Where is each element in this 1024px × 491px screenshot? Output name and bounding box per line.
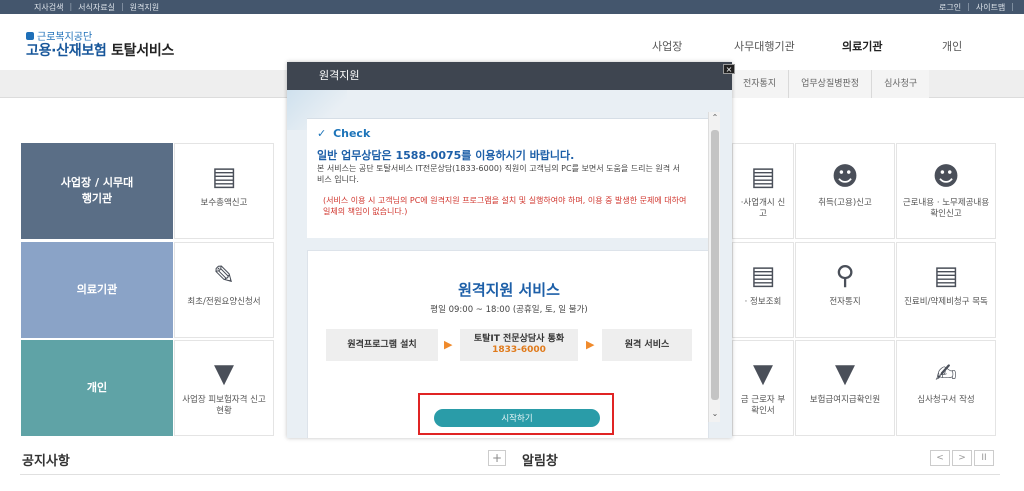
check-label: Check xyxy=(333,127,371,140)
modal-title: 원격지원 xyxy=(319,69,360,82)
liability-warning: (서비스 이용 시 고객님의 PC에 원격지원 프로그램을 설치 및 실행하여야… xyxy=(323,196,687,216)
remote-support-modal: 원격지원 ✓ Check 일반 업무상담은 1588-0075를 이용하시기 바… xyxy=(287,62,735,438)
separator: | xyxy=(1011,2,1014,11)
scroll-thumb[interactable] xyxy=(711,130,719,400)
check-heading: ✓ Check xyxy=(317,127,370,140)
top-utility-bar: 지사검색 | 서식자료실 | 원격지원 로그인 | 사이트맵 | xyxy=(0,0,1024,14)
link-branch-search[interactable]: 지사검색 xyxy=(34,2,63,13)
arrow-right-icon: ▶ xyxy=(444,338,453,351)
modal-header: 원격지원 xyxy=(287,62,732,90)
link-remote-support[interactable]: 원격지원 xyxy=(130,2,159,13)
link-forms-library[interactable]: 서식자료실 xyxy=(78,2,115,13)
sitemap-link[interactable]: 사이트맵 xyxy=(976,2,1005,13)
separator: | xyxy=(967,2,970,11)
arrow-right-icon: ▶ xyxy=(586,338,595,351)
step-label: 원격프로그램 설치 xyxy=(347,339,417,350)
service-hours: 평일 09:00 ~ 18:00 (공휴일, 토, 일 불가) xyxy=(430,305,588,315)
separator: | xyxy=(120,2,124,11)
modal-scrollbar[interactable]: ⌃ ⌄ xyxy=(708,112,720,422)
step-phone-consult: 토탈IT 전문상담사 통화 1833-6000 xyxy=(460,329,578,361)
consult-phone-number: 1833-6000 xyxy=(492,345,546,355)
general-consult-notice: 일반 업무상담은 1588-0075를 이용하시기 바랍니다. xyxy=(317,149,575,162)
utility-links-left: 지사검색 | 서식자료실 | 원격지원 xyxy=(34,2,159,13)
start-button[interactable]: 시작하기 xyxy=(434,409,600,427)
scroll-up-icon[interactable]: ⌃ xyxy=(709,112,721,124)
step-remote-service: 원격 서비스 xyxy=(602,329,692,361)
service-title: 원격지원 서비스 xyxy=(458,281,560,299)
step-label: 원격 서비스 xyxy=(624,339,670,350)
utility-links-right: 로그인 | 사이트맵 | xyxy=(939,2,1014,13)
check-circle-icon: ✓ xyxy=(317,127,327,140)
check-notice-box: ✓ Check 일반 업무상담은 1588-0075를 이용하시기 바랍니다. … xyxy=(307,118,709,238)
service-panel: 원격지원 서비스 평일 09:00 ~ 18:00 (공휴일, 토, 일 불가)… xyxy=(307,250,709,438)
separator: | xyxy=(69,2,73,11)
step-install-program: 원격프로그램 설치 xyxy=(326,329,438,361)
close-icon[interactable]: × xyxy=(723,64,735,74)
service-description: 본 서비스는 공단 토탈서비스 IT전문상담(1833-6000) 직원이 고객… xyxy=(317,164,680,184)
scroll-down-icon[interactable]: ⌄ xyxy=(709,408,721,420)
step-label: 토탈IT 전문상담사 통화 xyxy=(473,334,565,344)
modal-body: ✓ Check 일반 업무상담은 1588-0075를 이용하시기 바랍니다. … xyxy=(287,90,732,438)
login-link[interactable]: 로그인 xyxy=(939,2,961,13)
